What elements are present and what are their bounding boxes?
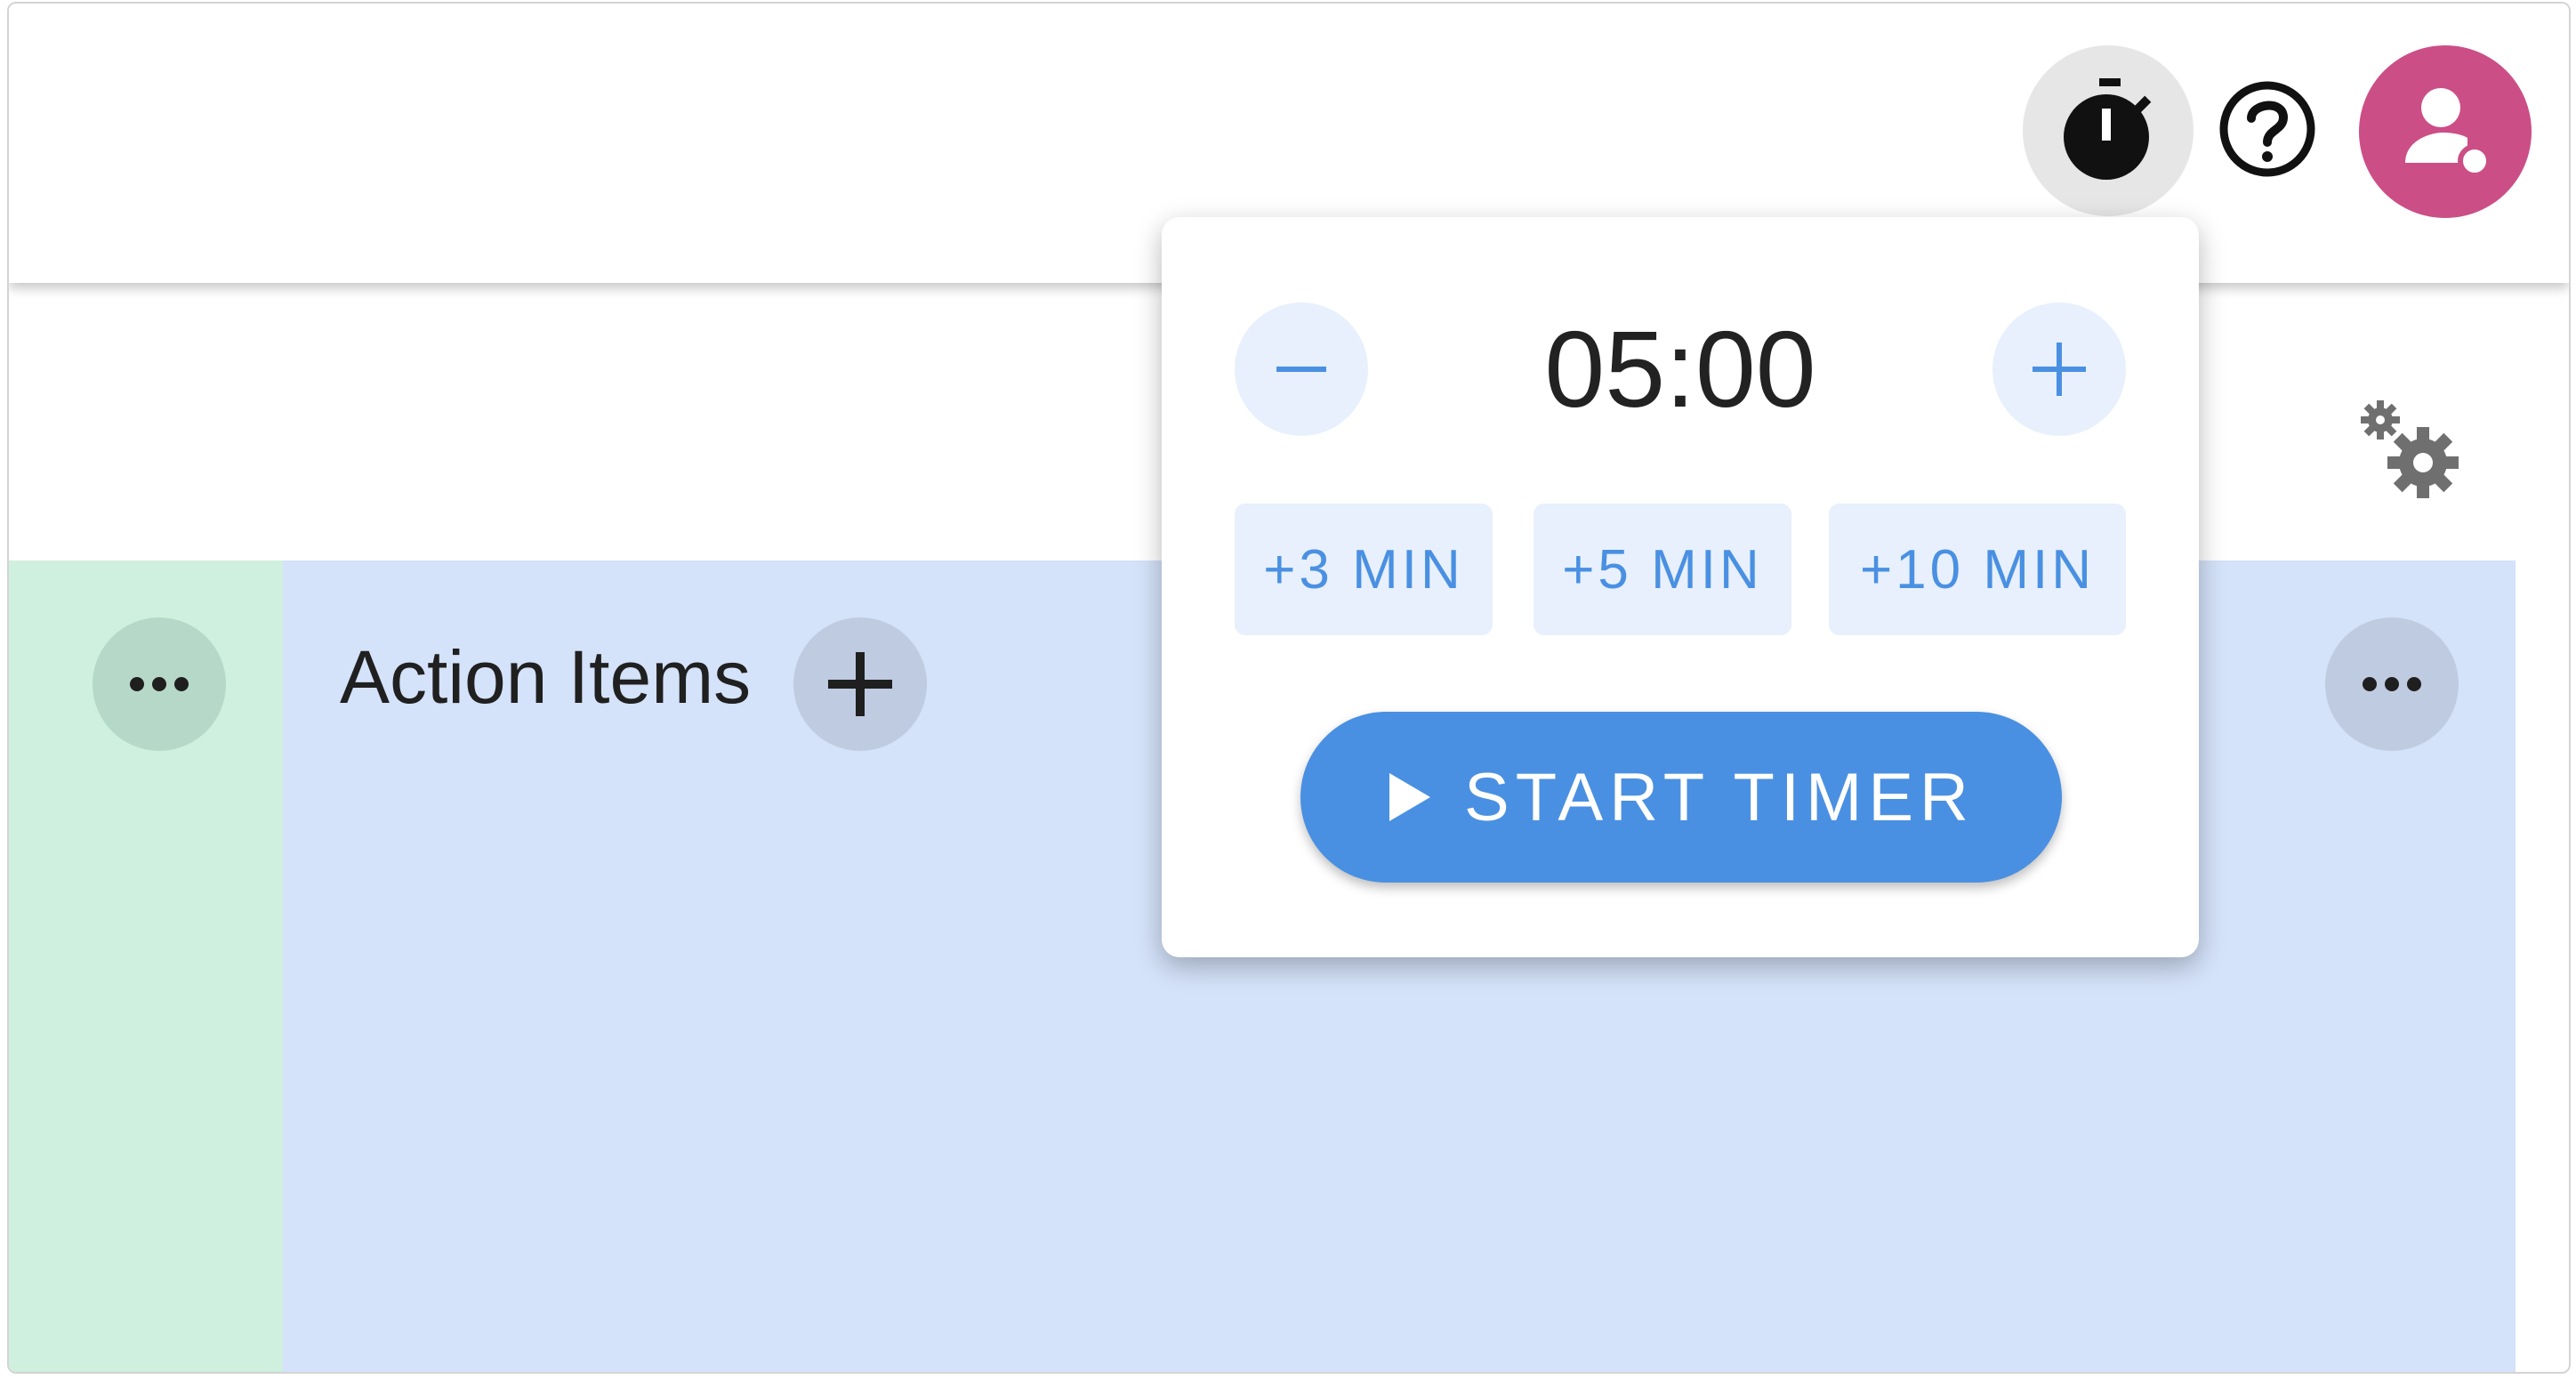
timer-button[interactable] <box>2023 45 2194 216</box>
person-icon <box>2405 88 2491 178</box>
plus-icon <box>828 652 892 716</box>
add-10-min-button[interactable]: +10 MIN <box>1829 504 2126 635</box>
play-icon <box>1389 773 1431 821</box>
decrement-time-button[interactable] <box>1235 302 1368 436</box>
app-window: Action Items 05:00 +3 MIN +5 MIN +10 MIN <box>7 2 2571 1374</box>
timer-popover: 05:00 +3 MIN +5 MIN +10 MIN START TIMER <box>1162 217 2199 957</box>
increment-time-button[interactable] <box>1992 302 2126 436</box>
start-timer-button[interactable]: START TIMER <box>1300 712 2062 883</box>
timer-icon <box>2064 78 2152 180</box>
plus-icon <box>2033 343 2086 396</box>
user-avatar[interactable] <box>2359 45 2532 218</box>
column-menu-button[interactable] <box>2325 617 2459 751</box>
add-item-button[interactable] <box>793 617 927 751</box>
board-settings-button[interactable] <box>2354 393 2469 509</box>
column-menu-button[interactable] <box>93 617 226 751</box>
more-horizontal-icon <box>130 677 189 691</box>
column-title: Action Items <box>340 635 752 719</box>
help-button[interactable] <box>2210 71 2325 187</box>
minus-icon <box>1276 367 1326 372</box>
start-timer-label: START TIMER <box>1464 759 1975 835</box>
gears-icon <box>2361 400 2459 498</box>
more-horizontal-icon <box>2363 677 2421 691</box>
add-5-min-button[interactable]: +5 MIN <box>1534 504 1791 635</box>
help-circle-icon <box>2219 81 2315 177</box>
timer-display: 05:00 <box>1544 309 1816 430</box>
add-3-min-button[interactable]: +3 MIN <box>1235 504 1493 635</box>
